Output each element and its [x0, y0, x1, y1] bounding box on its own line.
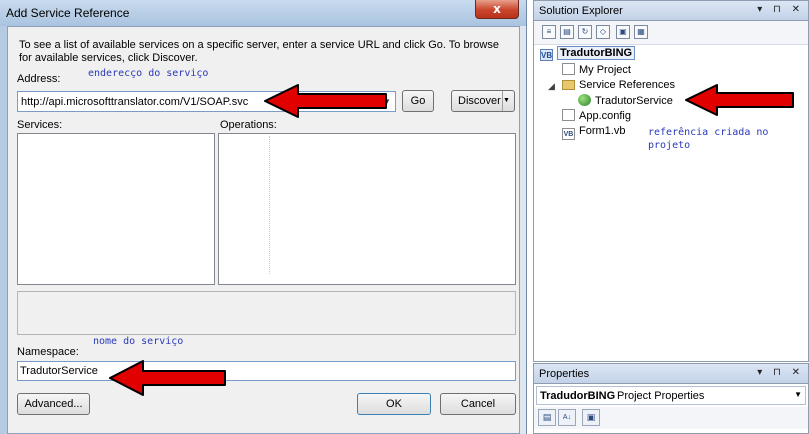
discover-button[interactable]: Discover ▼: [451, 90, 515, 112]
vb-form-icon: VB: [562, 128, 575, 140]
class-diagram-icon[interactable]: ▦: [634, 25, 648, 39]
address-annotation-arrow: [264, 84, 387, 118]
properties-panel: Properties ▾ ⊓ ✕ TradudorBING Project Pr…: [533, 363, 809, 434]
tree-label-form1: Form1.vb: [579, 125, 626, 137]
tree-label-app-config: App.config: [579, 110, 631, 122]
advanced-button-label: Advanced...: [24, 398, 83, 410]
operations-list[interactable]: [218, 133, 516, 285]
reference-annotation: referência criada no projeto: [648, 127, 769, 151]
instructions-text: To see a list of available services on a…: [19, 39, 499, 64]
service-reference-arrow: [685, 84, 794, 116]
pin-close-icons[interactable]: ▾ ⊓ ✕: [757, 367, 804, 378]
service-reference-icon: [578, 94, 591, 106]
address-value: http://api.microsofttranslator.com/V1/SO…: [21, 96, 249, 108]
expand-triangle-icon[interactable]: ◢: [548, 81, 555, 92]
cancel-button[interactable]: Cancel: [440, 393, 516, 415]
solution-explorer-toolbar: ≡ ▤ ↻ ◇ ▣ ▦: [534, 21, 808, 45]
ok-button[interactable]: OK: [357, 393, 431, 415]
namespace-annotation: nome do serviço: [93, 336, 184, 347]
properties-title: Properties: [539, 368, 590, 380]
services-list[interactable]: [17, 133, 215, 285]
tree-node-project[interactable]: VB TradutorBING: [540, 46, 636, 63]
tree-node-service-references[interactable]: Service References: [562, 79, 675, 95]
tree-label-my-project: My Project: [579, 64, 631, 76]
dialog-titlebar[interactable]: Add Service Reference x: [0, 0, 526, 26]
go-button-label: Go: [410, 95, 426, 107]
namespace-annotation-arrow: [109, 360, 226, 396]
pin-close-icons[interactable]: ▾ ⊓ ✕: [757, 4, 804, 15]
view-designer-icon[interactable]: ▣: [616, 25, 630, 39]
view-code-icon[interactable]: ◇: [596, 25, 610, 39]
properties-toolbar: ▤ A↓ ▣: [534, 407, 808, 429]
advanced-button[interactable]: Advanced...: [17, 393, 90, 415]
discover-dropdown-icon[interactable]: ▼: [502, 91, 514, 111]
address-annotation: enderecço do serviço: [88, 68, 209, 79]
cancel-button-label: Cancel: [460, 398, 496, 410]
property-pages-icon[interactable]: ▣: [582, 409, 600, 426]
alphabetical-icon[interactable]: A↓: [558, 409, 576, 426]
tree-node-form1[interactable]: VB Form1.vb: [562, 125, 625, 141]
address-label: Address:: [17, 73, 61, 85]
tree-node-app-config[interactable]: App.config: [562, 109, 631, 125]
dialog-title: Add Service Reference: [6, 6, 130, 20]
tree-label-project: TradutorBING: [557, 46, 636, 60]
solution-explorer-title: Solution Explorer: [539, 5, 623, 17]
go-button[interactable]: Go: [402, 90, 434, 112]
add-service-reference-dialog: Add Service Reference x To see a list of…: [0, 0, 527, 434]
close-icon: x: [493, 2, 501, 16]
solution-explorer-titlebar[interactable]: Solution Explorer ▾ ⊓ ✕: [534, 1, 808, 21]
services-label: Services:: [17, 119, 63, 131]
description-box: [17, 291, 516, 335]
discover-button-label: Discover: [458, 95, 501, 107]
ok-button-label: OK: [386, 398, 402, 410]
tree-label-service-references: Service References: [579, 79, 675, 91]
operations-column-divider: [269, 136, 270, 274]
selector-object-type: Project Properties: [617, 390, 705, 402]
properties-titlebar[interactable]: Properties ▾ ⊓ ✕: [534, 364, 808, 384]
refresh-icon[interactable]: ↻: [578, 25, 592, 39]
close-button[interactable]: x: [475, 0, 519, 19]
operations-label: Operations:: [220, 119, 277, 131]
properties-toolbar-icon[interactable]: ≡: [542, 25, 556, 39]
categorized-icon[interactable]: ▤: [538, 409, 556, 426]
tree-node-tradutorservice[interactable]: TradutorService: [578, 94, 673, 110]
dialog-edge-scrollbar: [520, 26, 526, 434]
chevron-down-icon[interactable]: ▼: [794, 390, 802, 399]
solution-explorer-panel: Solution Explorer ▾ ⊓ ✕ ≡ ▤ ↻ ◇ ▣ ▦ VB Tr…: [533, 0, 809, 362]
show-all-files-icon[interactable]: ▤: [560, 25, 574, 39]
namespace-value: TradutorService: [20, 365, 98, 377]
my-project-icon: [562, 63, 575, 75]
config-file-icon: [562, 109, 575, 121]
properties-object-selector[interactable]: TradudorBING Project Properties ▼: [536, 386, 806, 405]
selector-object-name: TradudorBING: [540, 390, 616, 402]
tree-label-tradutorservice: TradutorService: [595, 95, 673, 107]
namespace-label: Namespace:: [17, 346, 79, 358]
namespace-input[interactable]: TradutorService: [17, 361, 516, 381]
vb-project-icon: VB: [540, 49, 553, 61]
tree-node-my-project[interactable]: My Project: [562, 63, 631, 79]
folder-icon: [562, 80, 575, 90]
